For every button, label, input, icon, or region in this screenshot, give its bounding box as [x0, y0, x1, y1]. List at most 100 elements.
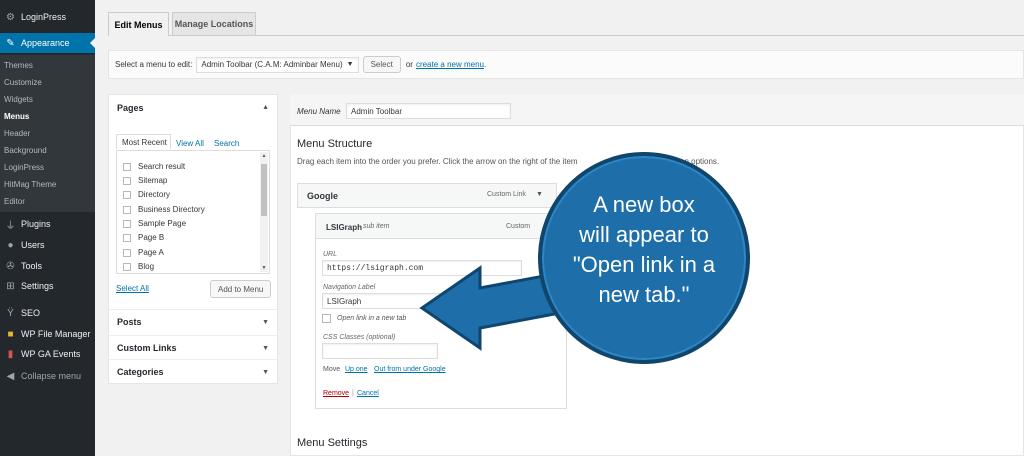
checkbox[interactable]: [123, 176, 131, 185]
checkbox[interactable]: [123, 190, 131, 199]
sidebar-item-label: LoginPress: [21, 12, 67, 22]
sidebar-item-label: Collapse menu: [21, 371, 82, 381]
collapse-icon: ◀: [6, 370, 15, 382]
menu-structure-description: Drag each item into the order you prefer…: [297, 157, 578, 166]
menu-settings-title: Menu Settings: [297, 437, 368, 449]
list-item[interactable]: Directory: [123, 190, 170, 199]
list-item[interactable]: Page B: [123, 233, 164, 242]
scroll-up-icon[interactable]: ▲: [260, 153, 268, 159]
sidebar-item-tools[interactable]: ✇ Tools: [0, 257, 95, 275]
sidebar-item-wp-file-manager[interactable]: ■ WP File Manager: [0, 325, 95, 343]
select-all-link[interactable]: Select All: [116, 284, 149, 293]
tab-edit-menus[interactable]: Edit Menus: [108, 12, 169, 36]
scroll-thumb[interactable]: [261, 164, 267, 216]
move-label: Move: [323, 366, 341, 373]
arrow-up-icon: ▲: [262, 104, 269, 111]
menu-item-title: Google: [307, 191, 338, 201]
tab-view-all[interactable]: View All: [176, 139, 204, 148]
callout-line: A new box: [593, 192, 695, 217]
sub-item-title: LSIGraph: [326, 223, 363, 232]
submenu-hitmag-theme[interactable]: HitMag Theme: [4, 180, 56, 189]
checkbox[interactable]: [123, 219, 131, 228]
sidebar-item-label: SEO: [21, 308, 41, 318]
accordion-categories-header[interactable]: Categories ▼: [109, 359, 277, 384]
sidebar-collapse-menu[interactable]: ◀ Collapse menu: [0, 367, 95, 385]
paintbrush-icon: ✎: [6, 37, 15, 49]
checkbox[interactable]: [123, 233, 131, 242]
submenu-background[interactable]: Background: [4, 146, 47, 155]
accordion-title: Custom Links: [117, 343, 177, 353]
menu-select-dropdown[interactable]: Admin Toolbar (C.A.M: Adminbar Menu) ▼: [196, 56, 359, 73]
gear-icon: ⚙: [6, 11, 15, 23]
sidebar-item-appearance[interactable]: ✎ Appearance: [0, 33, 95, 53]
list-item[interactable]: Business Directory: [123, 205, 205, 214]
accordion-pages-header[interactable]: Pages ▲: [109, 95, 277, 120]
sidebar-item-label: WP GA Events: [21, 349, 81, 359]
list-item[interactable]: Page A: [123, 248, 164, 257]
list-item[interactable]: Sitemap: [123, 176, 167, 185]
css-classes-label: CSS Classes (optional): [323, 334, 396, 341]
manage-menus-bar: Select a menu to edit: Admin Toolbar (C.…: [108, 50, 1024, 79]
folder-icon: ■: [7, 328, 14, 340]
appearance-submenu: Themes Customize Widgets Menus Header Ba…: [0, 55, 95, 212]
url-label: URL: [323, 251, 338, 258]
accordion-posts-header[interactable]: Posts ▼: [109, 309, 277, 334]
tab-search[interactable]: Search: [214, 139, 239, 148]
page-label: Sitemap: [138, 176, 168, 185]
wrench-icon: ✇: [6, 260, 15, 272]
menu-structure-title: Menu Structure: [297, 138, 373, 150]
list-item[interactable]: Sample Page: [123, 219, 186, 228]
page-label: Page A: [138, 248, 164, 257]
checkbox[interactable]: [123, 248, 131, 257]
sidebar-item-plugins[interactable]: ⏚ Plugins: [0, 215, 95, 233]
arrow-down-icon: ▼: [262, 368, 269, 376]
navigation-label-label: Navigation Label: [323, 284, 376, 291]
list-item[interactable]: Blog: [123, 262, 154, 271]
cancel-link[interactable]: Cancel: [357, 390, 379, 397]
open-new-tab-checkbox[interactable]: [322, 314, 331, 323]
submenu-customize[interactable]: Customize: [4, 78, 42, 87]
checkbox[interactable]: [123, 262, 131, 271]
period-text: .: [483, 60, 487, 69]
callout-line: will appear to: [579, 222, 709, 247]
select-button[interactable]: Select: [362, 56, 401, 73]
separator: |: [352, 390, 354, 397]
submenu-editor[interactable]: Editor: [4, 197, 25, 206]
tab-most-recent[interactable]: Most Recent: [116, 134, 171, 149]
sidebar-item-label: Plugins: [21, 219, 51, 229]
sidebar-item-seo[interactable]: Ÿ SEO: [0, 304, 95, 322]
sidebar-item-loginpress[interactable]: ⚙ LoginPress: [0, 8, 95, 26]
create-new-menu-link[interactable]: create a new menu: [416, 60, 484, 69]
accordion-custom-links-header[interactable]: Custom Links ▼: [109, 335, 277, 360]
sidebar-item-users[interactable]: ● Users: [0, 236, 95, 254]
scroll-down-icon[interactable]: ▼: [260, 265, 268, 271]
menu-name-label: Menu Name: [297, 107, 341, 116]
list-item[interactable]: Search result: [123, 162, 185, 171]
list-scrollbar[interactable]: ▲ ▼: [260, 152, 268, 272]
move-up-one-link[interactable]: Up one: [345, 366, 368, 373]
callout-line: new tab.": [598, 282, 690, 307]
page-label: Search result: [138, 162, 186, 171]
page-label: Business Directory: [138, 205, 205, 214]
submenu-header[interactable]: Header: [4, 129, 30, 138]
remove-link[interactable]: Remove: [323, 390, 349, 397]
chart-icon: ▮: [7, 348, 14, 360]
callout-text: A new box will appear to "Open link in a…: [538, 190, 750, 310]
tab-manage-locations[interactable]: Manage Locations: [172, 12, 256, 35]
checkbox[interactable]: [123, 205, 131, 214]
accordion-title: Posts: [117, 317, 142, 327]
add-to-menu-button[interactable]: Add to Menu: [210, 280, 272, 298]
yoast-icon: Ÿ: [7, 307, 14, 319]
submenu-menus[interactable]: Menus: [4, 112, 29, 121]
submenu-loginpress[interactable]: LoginPress: [4, 163, 44, 172]
submenu-widgets[interactable]: Widgets: [4, 95, 33, 104]
sidebar-item-settings[interactable]: ⊞ Settings: [0, 277, 95, 295]
sidebar-item-label: WP File Manager: [21, 329, 91, 339]
page-label: Sample Page: [138, 219, 187, 228]
sidebar-item-wp-ga-events[interactable]: ▮ WP GA Events: [0, 345, 95, 363]
menu-item-google[interactable]: Google Custom Link ▼: [297, 183, 557, 208]
menu-name-input[interactable]: Admin Toolbar: [346, 103, 511, 119]
sidebar-item-label: Appearance: [21, 38, 70, 48]
submenu-themes[interactable]: Themes: [4, 61, 33, 70]
checkbox[interactable]: [123, 162, 131, 171]
